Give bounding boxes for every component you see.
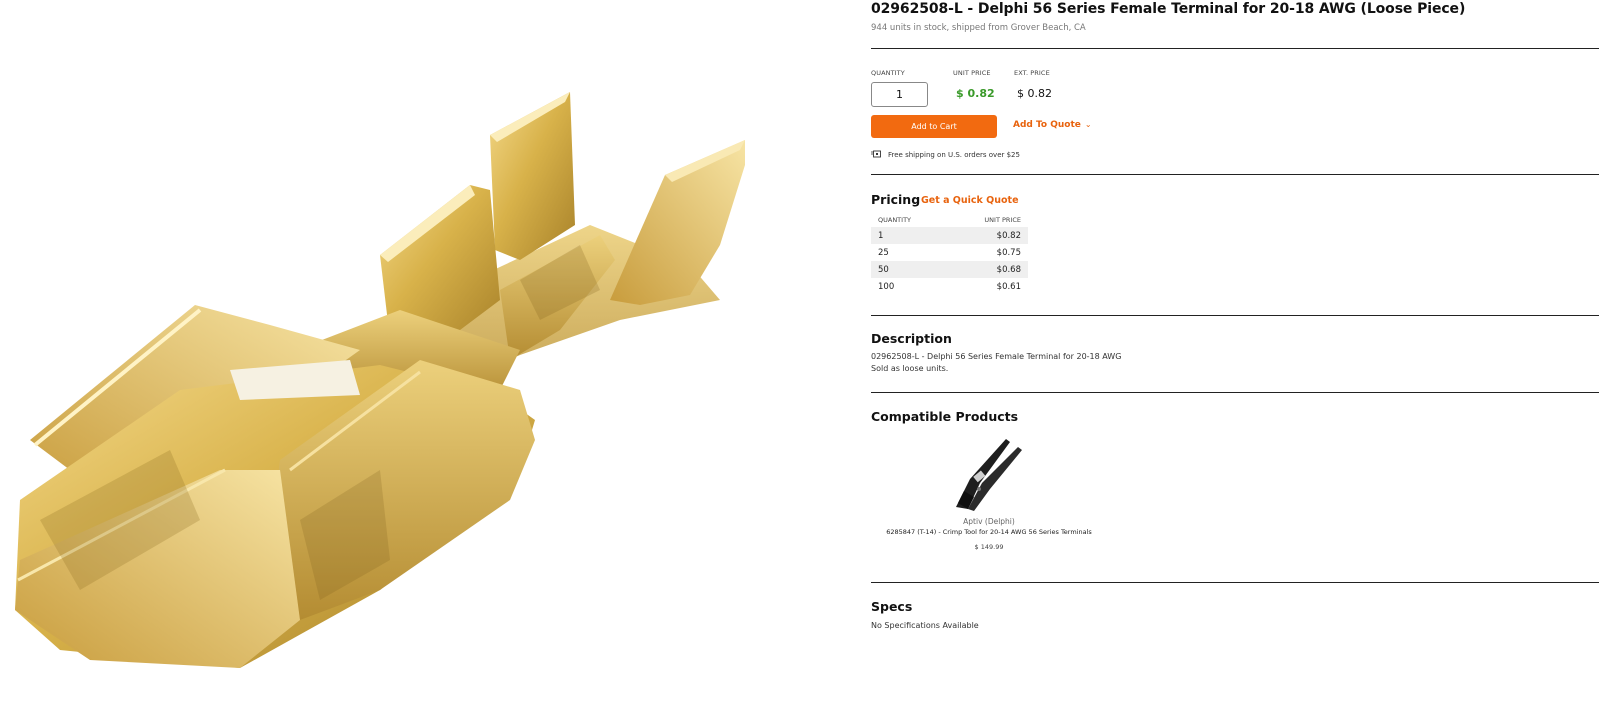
shipping-text: Free shipping on U.S. orders over $25 (888, 150, 1020, 159)
product-price: $ 149.99 (974, 543, 1004, 551)
truck-icon (871, 150, 881, 158)
product-name-link[interactable]: 6285847 (T-14) - Crimp Tool for 20-14 AW… (882, 528, 1096, 536)
quantity-label: QUANTITY (871, 69, 905, 77)
divider (871, 48, 1599, 49)
product-brand: Aptiv (Delphi) (963, 517, 1015, 526)
tier-quantity: 100 (878, 281, 895, 292)
table-row: 1 $0.82 (871, 227, 1028, 244)
add-to-cart-button[interactable]: Add to Cart (871, 115, 997, 138)
pricing-title: Pricing (871, 192, 921, 207)
quantity-input[interactable] (871, 82, 928, 107)
specs-text: No Specifications Available (871, 621, 979, 630)
description-line: Sold as loose units. (871, 364, 949, 373)
unit-price-label: UNIT PRICE (953, 69, 991, 77)
tier-quantity: 50 (871, 261, 947, 278)
product-title: 02962508-L - Delphi 56 Series Female Ter… (871, 1, 1466, 17)
table-row: 25 $0.75 (871, 244, 1028, 261)
quantity-column-header: QUANTITY (878, 215, 912, 224)
brass-terminal-icon (15, 92, 745, 668)
pricing-header-row: QUANTITY UNIT PRICE (871, 213, 1028, 227)
compatible-products-title: Compatible Products (871, 409, 1019, 424)
specs-title: Specs (871, 599, 913, 614)
divider (871, 315, 1599, 316)
crimp-tool-icon (956, 439, 1022, 511)
tier-price: $0.68 (946, 261, 1028, 278)
divider (871, 582, 1599, 583)
tier-quantity: 1 (871, 227, 947, 244)
ext-price-value: $ 0.82 (1017, 87, 1052, 100)
add-to-quote-label: Add To Quote (1013, 120, 1081, 130)
chevron-down-icon: ⌄ (1084, 120, 1092, 129)
tier-price: $0.82 (946, 227, 1028, 244)
add-to-quote-dropdown[interactable]: Add To Quote ⌄ (1013, 120, 1092, 130)
ext-price-label: EXT. PRICE (1014, 69, 1050, 77)
table-row: 50 $0.68 (871, 261, 1028, 278)
unit-price-column-header: UNIT PRICE (984, 215, 1021, 224)
table-row: 100 $0.61 (871, 278, 1028, 295)
product-image (0, 0, 840, 722)
tier-quantity: 25 (878, 247, 889, 258)
divider (871, 174, 1599, 175)
stock-status: 944 units in stock, shipped from Grover … (871, 23, 1086, 33)
shipping-note: Free shipping on U.S. orders over $25 (871, 150, 1020, 159)
quick-quote-link[interactable]: Get a Quick Quote (921, 195, 1019, 206)
divider (871, 392, 1599, 393)
tier-price: $0.75 (996, 247, 1021, 258)
unit-price-value: $ 0.82 (956, 87, 995, 100)
pricing-table: QUANTITY UNIT PRICE 1 $0.82 25 $0.75 50 … (871, 213, 1028, 295)
description-text: 02962508-L - Delphi 56 Series Female Ter… (871, 351, 1121, 375)
description-title: Description (871, 331, 952, 346)
tier-price: $0.61 (996, 281, 1021, 292)
compatible-product-card[interactable]: Aptiv (Delphi) 6285847 (T-14) - Crimp To… (882, 433, 1096, 551)
description-line: 02962508-L - Delphi 56 Series Female Ter… (871, 352, 1122, 361)
